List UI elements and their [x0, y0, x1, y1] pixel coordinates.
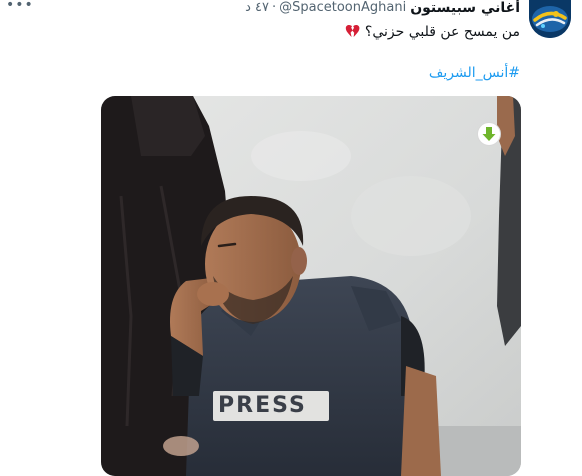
tweet-header: أغاني سبيستون @SpacetoonAghani · ٤٧ د [245, 0, 520, 16]
timestamp[interactable]: ٤٧ د [245, 0, 269, 16]
display-name[interactable]: أغاني سبيستون [410, 0, 520, 16]
download-arrow-icon [482, 127, 496, 141]
broken-heart-icon [345, 24, 360, 44]
tweet-text: من يمسح عن قلبي حزني؟ [364, 24, 520, 40]
hashtag-link[interactable]: #أنس_الشريف [429, 63, 520, 83]
tweet-photo[interactable]: PRESS [101, 96, 521, 476]
more-options-icon[interactable]: ••• [6, 0, 34, 12]
user-handle[interactable]: @SpacetoonAghani [279, 0, 406, 16]
photo-journalist-image [101, 96, 521, 476]
press-label: PRESS [218, 393, 307, 418]
tweet-text-line: من يمسح عن قلبي حزني؟ [345, 22, 520, 44]
spacetoon-logo-icon [529, 0, 571, 38]
avatar[interactable] [529, 0, 571, 38]
download-button[interactable] [477, 122, 501, 146]
separator-dot: · [271, 0, 277, 15]
